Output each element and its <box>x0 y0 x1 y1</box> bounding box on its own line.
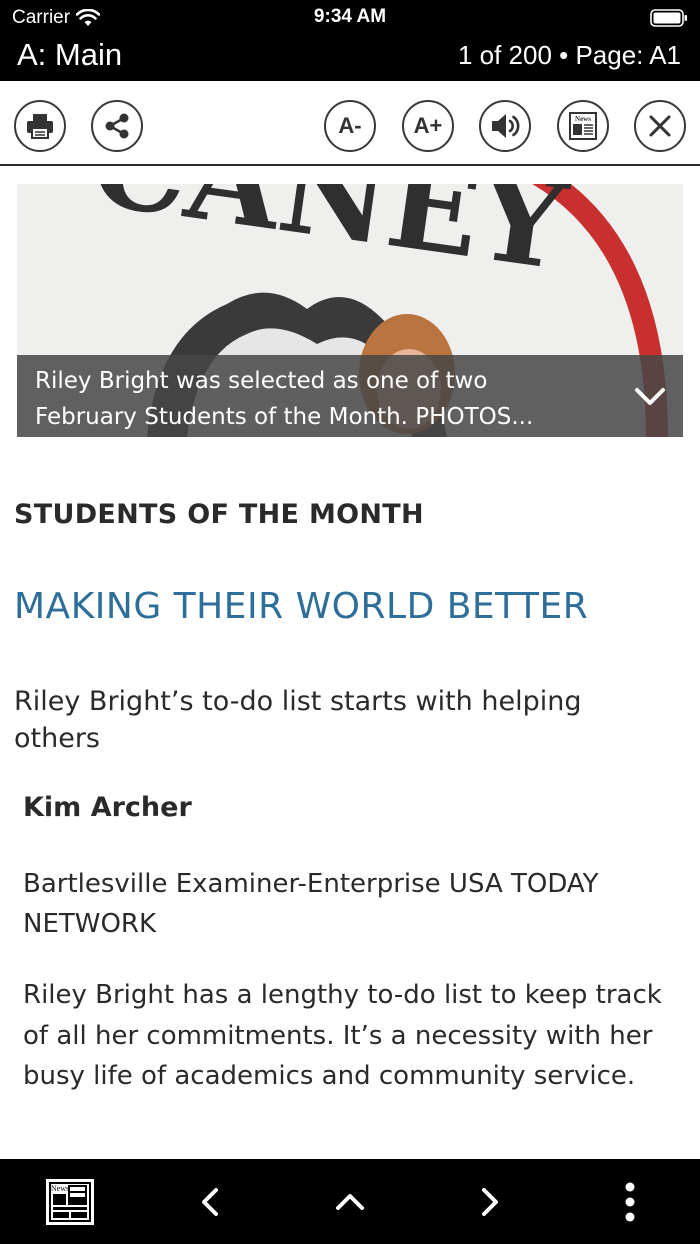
more-vertical-icon <box>625 1182 635 1221</box>
article-photo[interactable]: CANEY Riley Bright was selected as one o… <box>17 184 683 437</box>
font-decrease-button[interactable]: A- <box>324 100 376 152</box>
bottom-news-label: News <box>51 1184 69 1193</box>
speaker-icon <box>492 114 520 138</box>
article-headline: MAKING THEIR WORLD BETTER <box>14 586 589 627</box>
page-view-nav-button[interactable]: News <box>40 1159 100 1244</box>
font-increase-button[interactable]: A+ <box>402 100 454 152</box>
page-indicator[interactable]: 1 of 200 • Page: A1 <box>458 40 681 71</box>
print-button[interactable] <box>14 100 66 152</box>
newspaper-icon: News <box>569 112 597 140</box>
top-bar: Carrier 9:34 AM A: Main 1 of 200 • Page:… <box>0 0 700 81</box>
newspaper-icon: News <box>46 1178 94 1225</box>
article-kicker: STUDENTS OF THE MONTH <box>14 499 424 530</box>
article-subheadline: Riley Bright’s to-do list starts with he… <box>14 686 582 754</box>
title-bar: A: Main 1 of 200 • Page: A1 <box>0 34 700 81</box>
font-increase-label: A+ <box>413 113 443 138</box>
chevron-left-icon <box>202 1187 218 1216</box>
previous-article-button[interactable] <box>190 1159 230 1244</box>
status-bar: Carrier 9:34 AM <box>0 0 700 34</box>
bottom-bar: News <box>0 1159 700 1244</box>
article-body: Riley Bright has a lengthy to-do list to… <box>23 980 662 1091</box>
status-time: 9:34 AM <box>313 6 387 27</box>
next-article-button[interactable] <box>470 1159 510 1244</box>
more-options-button[interactable] <box>610 1159 650 1244</box>
chevron-down-icon[interactable] <box>633 379 667 413</box>
page-view-button[interactable]: News <box>557 100 609 152</box>
photo-caption[interactable]: Riley Bright was selected as one of two … <box>17 355 683 437</box>
close-button[interactable] <box>634 100 686 152</box>
font-decrease-label: A- <box>338 113 362 138</box>
section-title: A: Main <box>17 37 123 72</box>
chevron-up-icon <box>336 1193 364 1210</box>
chevron-right-icon <box>482 1187 498 1216</box>
article-toolbar: A- A+ News <box>0 81 700 166</box>
article-list-button[interactable] <box>330 1159 370 1244</box>
close-icon <box>649 115 671 137</box>
article-credit: Bartlesville Examiner-Enterprise USA TOD… <box>23 869 599 939</box>
read-aloud-button[interactable] <box>479 100 531 152</box>
printer-icon <box>27 114 53 139</box>
share-button[interactable] <box>91 100 143 152</box>
battery-icon <box>650 9 687 27</box>
news-label: News <box>575 115 591 123</box>
caption-text: Riley Bright was selected as one of two … <box>35 368 534 430</box>
article-byline: Kim Archer <box>23 792 192 823</box>
share-icon <box>105 113 129 139</box>
